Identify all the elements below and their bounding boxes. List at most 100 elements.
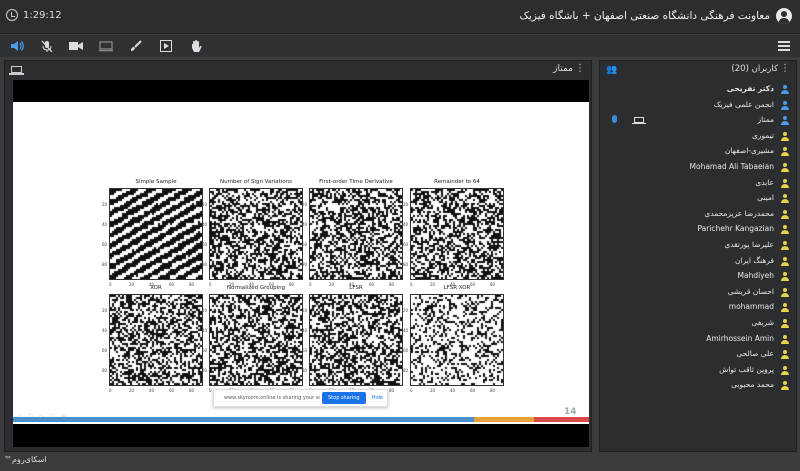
user-row[interactable]: Parichehr Kangazian (600, 222, 796, 237)
user-row[interactable]: Mahdiyeh (600, 269, 796, 284)
plot-title: XOR (150, 285, 162, 291)
user-name: دکتر تفریحی (726, 84, 774, 93)
session-time: 1:29:12 (23, 9, 62, 21)
user-row[interactable]: Amirhossein Amin (600, 332, 796, 347)
user-avatar-icon (780, 131, 790, 142)
user-avatar-icon (780, 350, 790, 360)
y-tick-label: 80 (102, 368, 108, 373)
x-tick-label: 0 (410, 388, 413, 393)
y-tick-label: 20 (302, 308, 308, 313)
plot-noise-image (209, 294, 303, 386)
y-tick-label: 20 (302, 202, 308, 207)
user-avatar-icon (780, 163, 790, 173)
user-avatar-icon (780, 147, 790, 157)
user-row[interactable]: عابدی (600, 176, 796, 191)
user-name: Mahdiyeh (737, 271, 774, 281)
user-name: عابدی (755, 177, 774, 187)
user-name: علیرضا پورتقدی (724, 240, 774, 249)
user-row[interactable]: فرهنگ ایران (600, 254, 796, 269)
menu-icon[interactable] (778, 41, 790, 51)
play-icon[interactable] (159, 39, 173, 53)
user-name: امینی (757, 193, 774, 203)
plot-noise-image (309, 188, 403, 280)
user-avatar-icon (780, 256, 790, 267)
user-name: Amirhossein Amin (706, 333, 774, 343)
user-row[interactable]: ممتاز (600, 113, 796, 128)
user-avatar-icon (780, 365, 790, 376)
sharing-notification: www.skyroom.online is sharing your scree… (213, 389, 388, 407)
x-tick-label: 40 (149, 388, 155, 393)
user-name: احسان قریشی (727, 286, 774, 296)
camera-icon[interactable] (69, 39, 83, 53)
x-tick-label: 20 (430, 388, 436, 393)
user-row[interactable]: امینی (600, 191, 796, 206)
x-tick-label: 60 (470, 388, 476, 393)
stop-sharing-button[interactable]: Stop sharing (322, 392, 366, 404)
mic-active-icon (612, 115, 617, 124)
user-avatar-icon (780, 116, 790, 126)
user-row[interactable]: Mohamad Ali Tabaeian (600, 160, 796, 175)
y-tick-label: 60 (202, 348, 208, 353)
user-row[interactable]: mohammad (600, 300, 796, 315)
y-tick-label: 40 (202, 222, 208, 227)
hide-button[interactable]: Hide (372, 395, 383, 401)
x-tick-label: 60 (169, 388, 175, 393)
user-avatar-icon (780, 225, 790, 235)
user-row[interactable]: علیرضا پورتقدی (600, 238, 796, 253)
y-tick-label: 20 (202, 202, 208, 207)
session-timer: 1:29:12 (6, 9, 62, 21)
x-tick-label: 80 (389, 388, 395, 393)
progress-segment-orange (474, 417, 534, 422)
hand-icon[interactable] (189, 39, 203, 53)
user-row[interactable]: شریفی (600, 316, 796, 331)
y-tick-label: 20 (202, 308, 208, 313)
user-avatar-icon (780, 178, 790, 189)
user-avatar-icon (780, 287, 790, 298)
user-name: محمدرضا عزیزمحمدی (704, 208, 774, 218)
user-name: مشیری-اصفهان (724, 146, 774, 156)
y-tick-label: 40 (302, 328, 308, 333)
account-icon[interactable] (776, 8, 792, 24)
user-row[interactable]: مشیری-اصفهان (600, 144, 796, 159)
x-tick-label: 20 (129, 388, 135, 393)
progress-segment-red (534, 417, 589, 422)
y-tick-label: 20 (403, 202, 409, 207)
y-tick-label: 40 (302, 222, 308, 227)
user-row[interactable]: احسان قریشی (600, 285, 796, 300)
plot-noise-image (209, 188, 303, 280)
user-avatar-icon (780, 334, 790, 345)
user-row[interactable]: تیموری (600, 129, 796, 144)
mic-off-icon[interactable] (40, 39, 54, 53)
speaker-icon[interactable] (10, 39, 24, 53)
users-more-icon[interactable]: ⋮ (780, 64, 790, 74)
user-avatar-icon (780, 303, 790, 313)
user-row[interactable]: پروین ثاقب تواش (600, 363, 796, 378)
user-row[interactable]: علی صالحی (600, 347, 796, 362)
user-row[interactable]: دکتر تفریحی (600, 82, 796, 97)
plot-title: Remainder to 64 (434, 179, 480, 185)
plot-noise-image (309, 294, 403, 386)
y-tick-label: 80 (302, 262, 308, 267)
user-avatar-icon (780, 194, 790, 204)
brush-icon[interactable] (129, 39, 143, 53)
user-row[interactable]: محمدرضا عزیزمحمدی (600, 207, 796, 222)
y-tick-label: 40 (403, 328, 409, 333)
user-name: تیموری (751, 130, 774, 140)
y-tick-label: 60 (403, 242, 409, 247)
users-title: کاربران (20) (731, 64, 778, 74)
more-options-icon[interactable]: ⋮ (575, 64, 585, 74)
plot-title: Simple Sample (135, 179, 177, 185)
user-row[interactable]: محمد محبوبی (600, 378, 796, 393)
content-panel: ممتاز ⋮ Simple Sample 20 40 60 80 0 20 40 60 80 Nu… (4, 60, 592, 452)
user-name: شریفی (751, 318, 774, 327)
y-tick-label: 40 (403, 222, 409, 227)
y-tick-label: 60 (403, 348, 409, 353)
user-row[interactable]: انجمن علمی فیزیک (600, 98, 796, 113)
user-name: فرهنگ ایران (735, 255, 774, 265)
y-tick-label: 80 (403, 368, 409, 373)
people-icon: 👥 (606, 65, 618, 75)
screen-share-icon[interactable] (99, 39, 113, 53)
user-name: پروین ثاقب تواش (719, 364, 774, 374)
y-tick-label: 80 (302, 368, 308, 373)
y-tick-label: 60 (302, 348, 308, 353)
